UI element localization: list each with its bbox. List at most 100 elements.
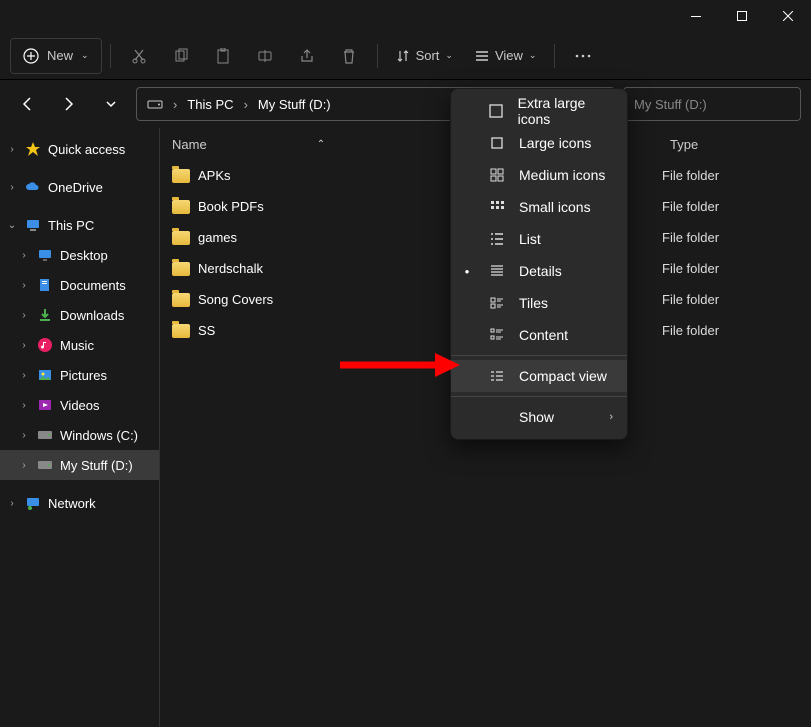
sidebar-item-this-pc[interactable]: ⌄This PC bbox=[0, 210, 159, 240]
column-type-label: Type bbox=[670, 137, 698, 152]
chevron-down-icon: ⌄ bbox=[81, 50, 89, 61]
sidebar-item-my-stuff-d-[interactable]: › My Stuff (D:) bbox=[0, 450, 159, 480]
expander-icon[interactable]: › bbox=[18, 280, 30, 291]
menu-item-label: Compact view bbox=[519, 368, 607, 384]
copy-icon bbox=[173, 48, 189, 64]
menu-item-details[interactable]: ●Details bbox=[451, 255, 627, 287]
menu-item-show[interactable]: Show› bbox=[451, 401, 627, 433]
new-button[interactable]: New ⌄ bbox=[10, 38, 102, 74]
cut-button[interactable] bbox=[119, 38, 159, 74]
expander-icon[interactable]: › bbox=[18, 460, 30, 471]
expander-icon[interactable]: › bbox=[6, 144, 18, 155]
file-name: APKs bbox=[198, 168, 231, 183]
separator bbox=[110, 44, 111, 68]
menu-item-label: Extra large icons bbox=[518, 95, 613, 127]
menu-item-list[interactable]: List bbox=[451, 223, 627, 255]
sidebar-item-label: Music bbox=[60, 338, 155, 353]
minimize-icon bbox=[691, 16, 701, 17]
sidebar-item-windows-c-[interactable]: ›Windows (C:) bbox=[0, 420, 159, 450]
folder-icon bbox=[172, 293, 190, 307]
expander-icon[interactable]: › bbox=[18, 370, 30, 381]
menu-item-medium-icons[interactable]: Medium icons bbox=[451, 159, 627, 191]
file-type: File folder bbox=[662, 230, 719, 245]
share-button[interactable] bbox=[287, 38, 327, 74]
paste-button[interactable] bbox=[203, 38, 243, 74]
breadcrumb-item[interactable]: This PC bbox=[187, 97, 233, 112]
chevron-down-icon: ⌄ bbox=[445, 50, 453, 61]
share-icon bbox=[299, 48, 315, 64]
forward-button[interactable] bbox=[52, 87, 86, 121]
breadcrumb-item[interactable]: My Stuff (D:) bbox=[258, 97, 331, 112]
sidebar-item-downloads[interactable]: › Downloads bbox=[0, 300, 159, 330]
sidebar-item-videos[interactable]: ›Videos bbox=[0, 390, 159, 420]
expander-icon[interactable]: › bbox=[18, 340, 30, 351]
sort-button[interactable]: Sort ⌄ bbox=[386, 38, 463, 74]
recent-button[interactable] bbox=[94, 87, 128, 121]
breadcrumb-separator: › bbox=[173, 97, 177, 112]
menu-item-tiles[interactable]: Tiles bbox=[451, 287, 627, 319]
delete-button[interactable] bbox=[329, 38, 369, 74]
close-button[interactable] bbox=[765, 0, 811, 32]
menu-item-content[interactable]: Content bbox=[451, 319, 627, 351]
md-icons-icon bbox=[489, 167, 505, 183]
sidebar-item-music[interactable]: › Music bbox=[0, 330, 159, 360]
file-type: File folder bbox=[662, 292, 719, 307]
file-type: File folder bbox=[662, 199, 719, 214]
view-icon bbox=[475, 49, 489, 63]
search-input[interactable]: My Stuff (D:) bbox=[623, 87, 801, 121]
column-name-label: Name bbox=[172, 137, 207, 152]
column-header-name[interactable]: Name ⌃ bbox=[172, 137, 452, 152]
menu-separator bbox=[451, 396, 627, 397]
menu-item-small-icons[interactable]: Small icons bbox=[451, 191, 627, 223]
back-button[interactable] bbox=[10, 87, 44, 121]
rename-button[interactable] bbox=[245, 38, 285, 74]
folder-icon bbox=[172, 231, 190, 245]
desktop-icon bbox=[36, 246, 54, 264]
minimize-button[interactable] bbox=[673, 0, 719, 32]
expander-icon[interactable]: › bbox=[6, 182, 18, 193]
maximize-button[interactable] bbox=[719, 0, 765, 32]
sidebar-item-pictures[interactable]: ›Pictures bbox=[0, 360, 159, 390]
network-icon bbox=[24, 494, 42, 512]
sidebar-item-network[interactable]: ›Network bbox=[0, 488, 159, 518]
sidebar-item-onedrive[interactable]: › OneDrive bbox=[0, 172, 159, 202]
sort-icon bbox=[396, 49, 410, 63]
folder-icon bbox=[172, 324, 190, 338]
expander-icon[interactable]: ⌄ bbox=[6, 220, 18, 231]
menu-item-extra-large-icons[interactable]: Extra large icons bbox=[451, 95, 627, 127]
sidebar-item-desktop[interactable]: ›Desktop bbox=[0, 240, 159, 270]
tiles-icon bbox=[489, 295, 505, 311]
expander-icon[interactable]: › bbox=[18, 400, 30, 411]
body: ›Quick access›OneDrive⌄This PC›Desktop›D… bbox=[0, 128, 811, 727]
copy-button[interactable] bbox=[161, 38, 201, 74]
menu-item-label: Content bbox=[519, 327, 568, 343]
folder-icon bbox=[172, 169, 190, 183]
expander-icon[interactable]: › bbox=[18, 250, 30, 261]
sort-label: Sort bbox=[416, 48, 440, 63]
expander-icon[interactable]: › bbox=[18, 430, 30, 441]
menu-item-large-icons[interactable]: Large icons bbox=[451, 127, 627, 159]
file-name: Nerdschalk bbox=[198, 261, 263, 276]
content-icon bbox=[489, 327, 505, 343]
cloud-icon bbox=[24, 178, 42, 196]
menu-item-compact-view[interactable]: Compact view bbox=[451, 360, 627, 392]
separator bbox=[554, 44, 555, 68]
more-button[interactable] bbox=[563, 38, 603, 74]
sidebar-item-label: OneDrive bbox=[48, 180, 155, 195]
sidebar: ›Quick access›OneDrive⌄This PC›Desktop›D… bbox=[0, 128, 160, 727]
column-header-type[interactable]: Type bbox=[670, 137, 698, 152]
view-button[interactable]: View ⌄ bbox=[465, 38, 547, 74]
expander-icon[interactable]: › bbox=[6, 498, 18, 509]
sidebar-item-label: Downloads bbox=[60, 308, 155, 323]
back-icon bbox=[19, 96, 35, 112]
nav-row: › This PC › My Stuff (D:) My Stuff (D:) bbox=[0, 80, 811, 128]
view-label: View bbox=[495, 48, 523, 63]
sidebar-item-label: My Stuff (D:) bbox=[60, 458, 155, 473]
sidebar-item-quick-access[interactable]: ›Quick access bbox=[0, 134, 159, 164]
expander-icon[interactable]: › bbox=[18, 310, 30, 321]
file-name: Song Covers bbox=[198, 292, 273, 307]
downloads-icon bbox=[36, 306, 54, 324]
more-icon bbox=[575, 54, 591, 58]
sidebar-item-documents[interactable]: ›Documents bbox=[0, 270, 159, 300]
star-icon bbox=[24, 140, 42, 158]
